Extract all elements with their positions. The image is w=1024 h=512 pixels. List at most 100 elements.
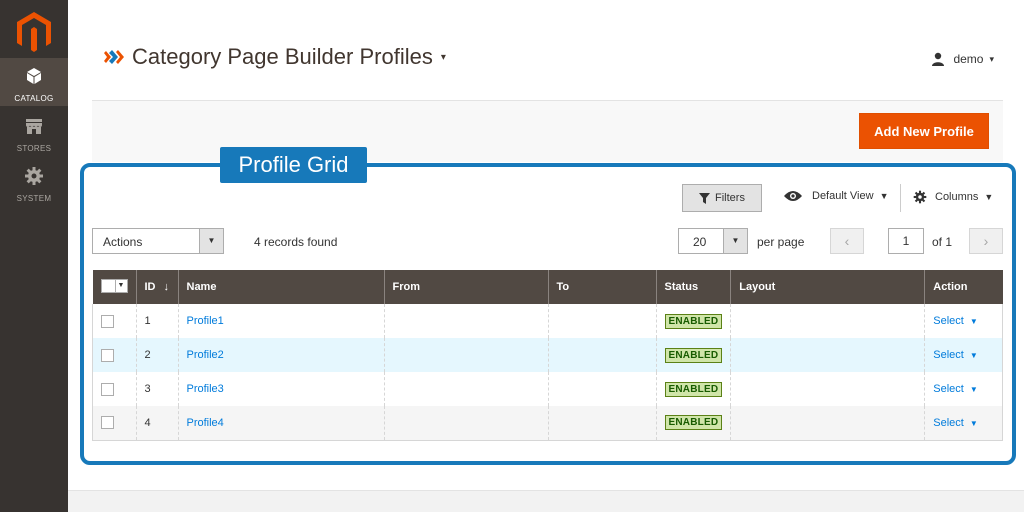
row-checkbox[interactable]	[101, 382, 114, 396]
magento-logo-icon[interactable]	[14, 10, 54, 54]
row-select-cell	[92, 372, 136, 406]
chevron-down-icon: ▼	[969, 385, 978, 394]
action-cell: Select ▼	[924, 338, 1003, 372]
filters-label: Filters	[715, 192, 745, 204]
profile-link[interactable]: Profile4	[187, 417, 224, 429]
main-content: Category Page Builder Profiles ▾ demo ▾ …	[68, 0, 1024, 512]
sidebar-item-system[interactable]: SYSTEM	[0, 158, 68, 206]
profile-grid-table: ▼ ID ↓ Name From To Status Layout Action …	[92, 270, 1003, 441]
title-dropdown-caret-icon[interactable]: ▾	[441, 52, 446, 63]
row-select-cell	[92, 406, 136, 441]
columns-label: Columns	[935, 191, 979, 203]
view-label: Default View	[812, 190, 874, 202]
chevron-down-icon: ▼	[969, 317, 978, 326]
status-cell: ENABLED	[655, 372, 731, 406]
next-page-button[interactable]: ›	[969, 228, 1003, 254]
table-row[interactable]: 1 Profile1 ENABLED Select ▼	[92, 304, 1003, 338]
filters-button[interactable]: Filters	[682, 184, 762, 212]
from-cell	[383, 338, 548, 372]
table-row[interactable]: 4 Profile4 ENABLED Select ▼	[92, 406, 1003, 441]
page-footer-strip	[68, 490, 1024, 512]
previous-page-button[interactable]: ‹	[830, 228, 864, 254]
chevron-brand-icon	[104, 50, 124, 64]
name-cell: Profile2	[177, 338, 384, 372]
sidebar-item-catalog[interactable]: CATALOG	[0, 58, 68, 106]
name-cell: Profile4	[177, 406, 384, 441]
sidebar-item-label: SYSTEM	[16, 194, 52, 203]
row-action-select[interactable]: Select ▼	[933, 315, 978, 327]
page-number-input[interactable]: 1	[888, 228, 924, 254]
column-header-select[interactable]: ▼	[92, 270, 136, 304]
action-cell: Select ▼	[924, 372, 1003, 406]
status-cell: ENABLED	[655, 338, 731, 372]
toolbar-divider	[900, 184, 901, 212]
row-checkbox[interactable]	[101, 314, 114, 328]
view-switcher[interactable]: Default View ▼	[784, 190, 888, 202]
profile-link[interactable]: Profile2	[187, 349, 224, 361]
mass-select-checkbox[interactable]: ▼	[100, 279, 128, 293]
from-cell	[383, 304, 548, 338]
column-header-id[interactable]: ID ↓	[135, 270, 178, 304]
row-action-select[interactable]: Select ▼	[933, 383, 978, 395]
mass-actions-select[interactable]: Actions ▼	[92, 228, 224, 254]
columns-caret-icon: ▼	[984, 192, 994, 202]
columns-control[interactable]: Columns ▼	[913, 190, 993, 204]
admin-sidebar: CATALOG STORES SYSTEM	[0, 0, 68, 512]
column-header-layout[interactable]: Layout	[730, 270, 925, 304]
from-cell	[383, 406, 548, 441]
name-cell: Profile1	[177, 304, 384, 338]
id-cell: 2	[135, 338, 178, 372]
per-page-label: per page	[757, 235, 805, 249]
profile-grid-annotation: Profile Grid	[220, 147, 367, 183]
to-cell	[547, 304, 656, 338]
table-row[interactable]: 3 Profile3 ENABLED Select ▼	[92, 372, 1003, 406]
status-badge: ENABLED	[664, 313, 723, 329]
page-total: of 1	[932, 235, 953, 249]
user-name: demo	[953, 52, 984, 66]
column-header-status[interactable]: Status	[655, 270, 731, 304]
sort-arrow-icon: ↓	[163, 281, 170, 293]
name-cell: Profile3	[177, 372, 384, 406]
chevron-down-icon: ▼	[114, 280, 127, 292]
store-icon	[26, 119, 42, 134]
column-header-from[interactable]: From	[383, 270, 548, 304]
gear-icon	[25, 167, 43, 185]
eye-icon	[784, 191, 802, 201]
user-menu[interactable]: demo ▾	[931, 52, 994, 66]
chevron-down-icon: ▼	[969, 351, 978, 360]
to-cell	[547, 372, 656, 406]
layout-cell	[730, 372, 925, 406]
row-select-cell	[92, 304, 136, 338]
funnel-icon	[699, 192, 711, 204]
table-row[interactable]: 2 Profile2 ENABLED Select ▼	[92, 338, 1003, 372]
column-header-to[interactable]: To	[547, 270, 656, 304]
select-arrow-icon: ▼	[199, 229, 223, 253]
records-count: 4 records found	[254, 235, 338, 249]
row-checkbox[interactable]	[101, 348, 114, 362]
layout-cell	[730, 304, 925, 338]
sidebar-item-stores[interactable]: STORES	[0, 108, 68, 156]
mass-actions-value: Actions	[103, 235, 143, 249]
chevron-down-icon: ▼	[969, 418, 978, 428]
profile-link[interactable]: Profile1	[187, 315, 224, 327]
row-action-select[interactable]: Select ▼	[933, 417, 978, 429]
status-badge: ENABLED	[664, 347, 723, 363]
view-caret-icon: ▼	[879, 191, 889, 201]
from-cell	[383, 372, 548, 406]
row-action-select[interactable]: Select ▼	[933, 349, 978, 361]
user-icon	[932, 52, 945, 66]
select-arrow-icon: ▼	[723, 229, 747, 253]
add-new-profile-button[interactable]: Add New Profile	[859, 113, 989, 149]
action-cell: Select ▼	[924, 304, 1003, 338]
status-cell: ENABLED	[655, 304, 731, 338]
user-caret-icon: ▾	[989, 53, 994, 64]
column-header-name[interactable]: Name	[177, 270, 384, 304]
per-page-select[interactable]: 20 ▼	[678, 228, 748, 254]
sidebar-item-label: CATALOG	[14, 94, 54, 103]
row-checkbox[interactable]	[101, 416, 114, 430]
layout-cell	[730, 406, 925, 441]
id-cell: 1	[135, 304, 178, 338]
page-header: Category Page Builder Profiles ▾	[104, 44, 446, 70]
to-cell	[547, 406, 656, 441]
profile-link[interactable]: Profile3	[187, 383, 224, 395]
